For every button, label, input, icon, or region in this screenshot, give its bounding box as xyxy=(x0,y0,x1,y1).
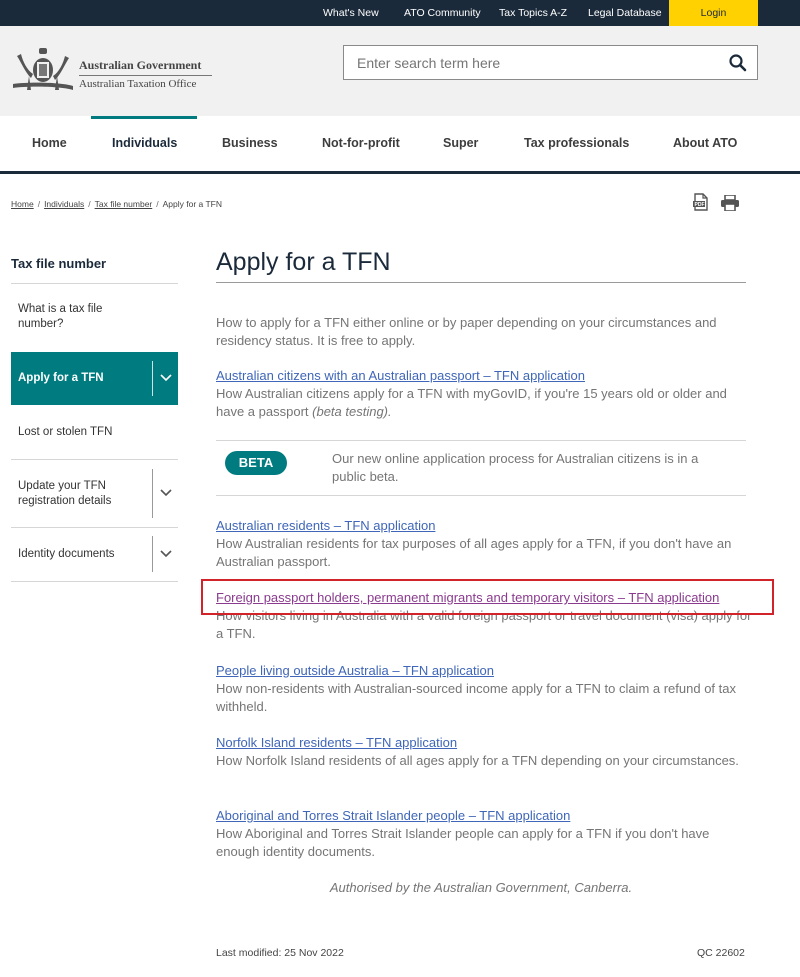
nav-item-tax-professionals[interactable]: Tax professionals xyxy=(524,116,629,171)
main-nav: Home Individuals Business Not-for-profit… xyxy=(0,116,800,174)
page-intro: How to apply for a TFN either online or … xyxy=(216,315,717,348)
entry-description: How non-residents with Australian-source… xyxy=(216,681,736,714)
utility-bar: What's New ATO Community Tax Topics A-Z … xyxy=(0,0,800,26)
sidebar-item-lost-stolen-tfn[interactable]: Lost or stolen TFN xyxy=(11,406,178,459)
entry-description: How Australian citizens apply for a TFN … xyxy=(216,385,756,421)
breadcrumb-individuals[interactable]: Individuals xyxy=(44,199,84,209)
topbar-link-tax-topics[interactable]: Tax Topics A-Z xyxy=(499,0,567,26)
topbar-link-legal-database[interactable]: Legal Database xyxy=(588,0,662,26)
print-icon[interactable] xyxy=(721,194,739,212)
logo-government-text: Australian Government xyxy=(79,58,202,72)
nav-item-business[interactable]: Business xyxy=(222,116,278,171)
entry-link[interactable]: Norfolk Island residents – TFN applicati… xyxy=(216,734,756,752)
sidebar-item-divider xyxy=(152,361,153,396)
topbar-link-whats-new[interactable]: What's New xyxy=(323,0,379,26)
entry-link[interactable]: Australian residents – TFN application xyxy=(216,517,756,535)
title-divider xyxy=(216,282,746,283)
sidebar-item-identity-documents[interactable]: Identity documents xyxy=(11,528,178,581)
entry-australian-citizens: Australian citizens with an Australian p… xyxy=(216,367,756,421)
breadcrumb-separator: / xyxy=(156,199,159,209)
nav-item-super[interactable]: Super xyxy=(443,116,478,171)
ato-logo[interactable]: Australian Government Australian Taxatio… xyxy=(11,44,212,96)
qc-number: QC 22602 xyxy=(697,947,745,959)
search-input[interactable] xyxy=(344,46,714,79)
entry-description: How Aboriginal and Torres Strait Islande… xyxy=(216,826,710,859)
authorised-statement: Authorised by the Australian Government,… xyxy=(329,880,633,895)
sidebar-item-divider xyxy=(152,469,153,518)
sidebar-title: Tax file number xyxy=(11,256,107,271)
entry-people-outside-australia: People living outside Australia – TFN ap… xyxy=(216,662,756,716)
breadcrumb-separator: / xyxy=(88,199,91,209)
entry-link[interactable]: People living outside Australia – TFN ap… xyxy=(216,662,756,680)
sidebar-item-label: Lost or stolen TFN xyxy=(18,426,113,438)
breadcrumb: Home / Individuals / Tax file number / Apply f… xyxy=(11,199,222,209)
entry-australian-residents: Australian residents – TFN application H… xyxy=(216,517,756,571)
beta-notice: BETA Our new online application process … xyxy=(216,440,746,496)
search-icon xyxy=(729,54,747,72)
sidebar-item-label: Update your TFN registration details xyxy=(18,480,112,507)
entry-aboriginal-torres-strait: Aboriginal and Torres Strait Islander pe… xyxy=(216,807,756,861)
highlight-box xyxy=(201,579,774,615)
breadcrumb-separator: / xyxy=(37,199,41,209)
pdf-icon[interactable]: PDF xyxy=(693,193,709,211)
sidebar-divider xyxy=(11,581,178,582)
sidebar-item-label: Identity documents xyxy=(18,548,115,560)
entry-description: How Australian residents for tax purpose… xyxy=(216,536,732,569)
entry-description-note: (beta testing). xyxy=(312,404,392,419)
site-header: Australian Government Australian Taxatio… xyxy=(0,26,800,116)
entry-description: How Norfolk Island residents of all ages… xyxy=(216,753,739,768)
entry-link[interactable]: Australian citizens with an Australian p… xyxy=(216,367,756,385)
breadcrumb-tax-file-number[interactable]: Tax file number xyxy=(95,199,153,209)
last-modified: Last modified: 25 Nov 2022 xyxy=(216,947,344,959)
svg-text:PDF: PDF xyxy=(695,202,705,208)
nav-item-home[interactable]: Home xyxy=(32,116,67,171)
breadcrumb-home[interactable]: Home xyxy=(11,199,34,209)
topbar-link-ato-community[interactable]: ATO Community xyxy=(404,0,481,26)
entry-norfolk-island: Norfolk Island residents – TFN applicati… xyxy=(216,734,756,770)
nav-item-individuals[interactable]: Individuals xyxy=(112,116,177,171)
sidebar-item-apply-for-tfn[interactable]: Apply for a TFN xyxy=(11,352,178,405)
search-button[interactable] xyxy=(727,52,749,74)
logo-ato-text: Australian Taxation Office xyxy=(79,78,197,90)
search-box xyxy=(343,45,758,80)
logo-divider xyxy=(79,75,212,76)
nav-item-about-ato[interactable]: About ATO xyxy=(673,116,737,171)
sidebar-item-what-is-tfn[interactable]: What is a tax file number? xyxy=(11,284,178,351)
entry-link[interactable]: Aboriginal and Torres Strait Islander pe… xyxy=(216,807,756,825)
chevron-down-icon[interactable] xyxy=(160,374,172,382)
breadcrumb-current: Apply for a TFN xyxy=(162,199,222,209)
entry-description-text: How Australian citizens apply for a TFN … xyxy=(216,386,727,419)
chevron-down-icon[interactable] xyxy=(160,489,172,497)
sidebar-item-label: Apply for a TFN xyxy=(18,372,104,384)
sidebar-item-label: What is a tax file number? xyxy=(18,303,103,330)
beta-badge: BETA xyxy=(225,451,287,475)
coat-of-arms-logo xyxy=(13,48,73,90)
chevron-down-icon[interactable] xyxy=(160,550,172,558)
page-title: Apply for a TFN xyxy=(216,248,391,276)
sidebar-item-update-tfn-details[interactable]: Update your TFN registration details xyxy=(11,460,178,527)
nav-item-not-for-profit[interactable]: Not-for-profit xyxy=(322,116,400,171)
login-button[interactable]: Login xyxy=(669,0,758,26)
sidebar-item-divider xyxy=(152,536,153,572)
beta-text: Our new online application process for A… xyxy=(332,451,699,484)
